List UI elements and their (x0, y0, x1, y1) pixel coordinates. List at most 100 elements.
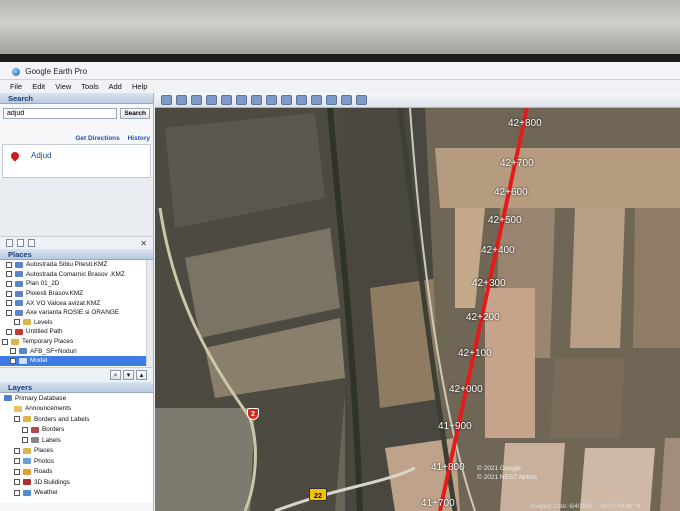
road-shield: 2 (247, 408, 259, 420)
checkbox[interactable] (6, 300, 12, 307)
place-item[interactable]: Ploiesti Brasov.KMZ (0, 289, 153, 299)
search-button[interactable]: Search (120, 108, 150, 119)
place-item[interactable]: Autostrada Comarnic Brasov .KMZ (0, 270, 153, 280)
overlay-icon[interactable] (221, 95, 232, 105)
monitor-edge (0, 54, 680, 62)
add-placemark-icon[interactable] (6, 239, 13, 247)
email-icon[interactable] (311, 95, 322, 105)
layer-item[interactable]: Weather (0, 488, 153, 499)
close-icon[interactable]: ✕ (140, 239, 147, 248)
checkbox[interactable] (14, 319, 20, 326)
menu-file[interactable]: File (10, 82, 22, 91)
satellite-imagery (155, 108, 680, 511)
placemark-icon[interactable] (176, 95, 187, 105)
place-item[interactable]: AFB_SF+Noduri (0, 346, 153, 356)
layer-item[interactable]: Photos (0, 456, 153, 467)
place-item[interactable]: Temporary Places (0, 337, 153, 347)
place-item[interactable]: AX VO Valcea avizat.KMZ (0, 298, 153, 308)
get-directions-link[interactable]: Get Directions (75, 135, 119, 142)
planets-icon[interactable] (281, 95, 292, 105)
copy-icon[interactable] (17, 239, 24, 247)
menu-edit[interactable]: Edit (32, 82, 45, 91)
sidebar: Search Search Get Directions History Adj… (0, 93, 154, 511)
tour-icon[interactable] (28, 239, 35, 247)
checkbox[interactable] (14, 458, 20, 465)
search-results-area (0, 178, 153, 236)
layers-panel-header[interactable]: Layers (0, 382, 153, 393)
menu-help[interactable]: Help (132, 82, 147, 91)
search-input[interactable] (3, 108, 118, 119)
checkbox[interactable] (14, 479, 20, 486)
search-places-button[interactable]: ⌕ (110, 370, 121, 380)
down-arrow-icon[interactable]: ▾ (123, 370, 134, 380)
chainage-label: 41+900 (438, 421, 472, 432)
checkbox[interactable] (22, 426, 28, 433)
menu-tools[interactable]: Tools (81, 82, 99, 91)
layer-item[interactable]: Labels (0, 435, 153, 446)
checkbox[interactable] (6, 271, 12, 278)
places-scrollbar[interactable] (146, 260, 153, 367)
sun-icon[interactable] (266, 95, 277, 105)
checkbox[interactable] (6, 309, 12, 316)
layer-item[interactable]: Announcements (0, 404, 153, 415)
map-toolbar (155, 93, 680, 108)
place-item[interactable]: Levels (0, 318, 153, 328)
kmz-icon (15, 309, 23, 316)
kmz-icon (15, 300, 23, 307)
chainage-label: 42+500 (488, 215, 522, 226)
checkbox[interactable] (6, 290, 12, 297)
checkbox[interactable] (22, 437, 28, 444)
layer-item[interactable]: Borders and Labels (0, 414, 153, 425)
search-result[interactable]: Adjud (2, 144, 151, 178)
kmz-icon (19, 348, 27, 355)
print-icon[interactable] (326, 95, 337, 105)
checkbox[interactable] (14, 489, 20, 496)
map-view[interactable]: 42+800 42+700 42+600 42+500 42+400 42+30… (155, 108, 680, 511)
attribution-google: © 2021 Google (477, 465, 521, 472)
path-icon[interactable] (206, 95, 217, 105)
kmz-icon (15, 271, 23, 278)
layer-item[interactable]: Primary Database (0, 393, 153, 404)
chainage-label: 41+800 (431, 462, 465, 473)
place-item-selected[interactable]: Model (0, 355, 153, 366)
checkbox[interactable] (14, 416, 20, 423)
checkbox[interactable] (14, 447, 20, 454)
screen: Google Earth Pro File Edit View Tools Ad… (0, 62, 680, 511)
checkbox[interactable] (6, 261, 12, 268)
history-imagery-icon[interactable] (251, 95, 262, 105)
layer-item[interactable]: Places (0, 446, 153, 457)
menu-add[interactable]: Add (108, 82, 121, 91)
place-item[interactable]: Untitled Path (0, 327, 153, 337)
search-result-label[interactable]: Adjud (31, 151, 51, 160)
places-tree: Autostrada Sibiu Pitesti.KMZ Autostrada … (0, 260, 153, 368)
places-panel-header[interactable]: Places (0, 249, 153, 260)
title-bar: Google Earth Pro (0, 62, 680, 80)
checkbox[interactable] (10, 357, 16, 364)
checkbox[interactable] (6, 328, 12, 335)
place-item[interactable]: Autostrada Sibiu Pitesti.KMZ (0, 260, 153, 270)
photos-icon (23, 458, 31, 465)
menu-view[interactable]: View (55, 82, 71, 91)
checkbox[interactable] (14, 468, 20, 475)
sidebar-toggle-icon[interactable] (161, 95, 172, 105)
up-arrow-icon[interactable]: ▴ (136, 370, 147, 380)
layer-item[interactable]: 3D Buildings (0, 477, 153, 488)
polygon-icon[interactable] (191, 95, 202, 105)
chainage-label: 42+400 (481, 245, 515, 256)
checkbox[interactable] (6, 280, 12, 287)
layer-item[interactable]: Borders (0, 425, 153, 436)
place-item[interactable]: Axe varianta ROSIE si ORANGE (0, 308, 153, 318)
save-image-icon[interactable] (341, 95, 352, 105)
path-icon (15, 328, 23, 335)
layer-item[interactable]: Roads (0, 467, 153, 478)
view-in-maps-icon[interactable] (356, 95, 367, 105)
search-panel-header[interactable]: Search (0, 93, 153, 104)
record-tour-icon[interactable] (236, 95, 247, 105)
checkbox[interactable] (2, 338, 8, 345)
weather-icon (23, 489, 31, 496)
ruler-icon[interactable] (296, 95, 307, 105)
checkbox[interactable] (10, 348, 16, 355)
history-link[interactable]: History (128, 135, 150, 142)
place-item[interactable]: Plan 01_2D (0, 279, 153, 289)
status-bar: Imagery Date: 6/4/2018 46°01'49.46" N (530, 504, 640, 510)
